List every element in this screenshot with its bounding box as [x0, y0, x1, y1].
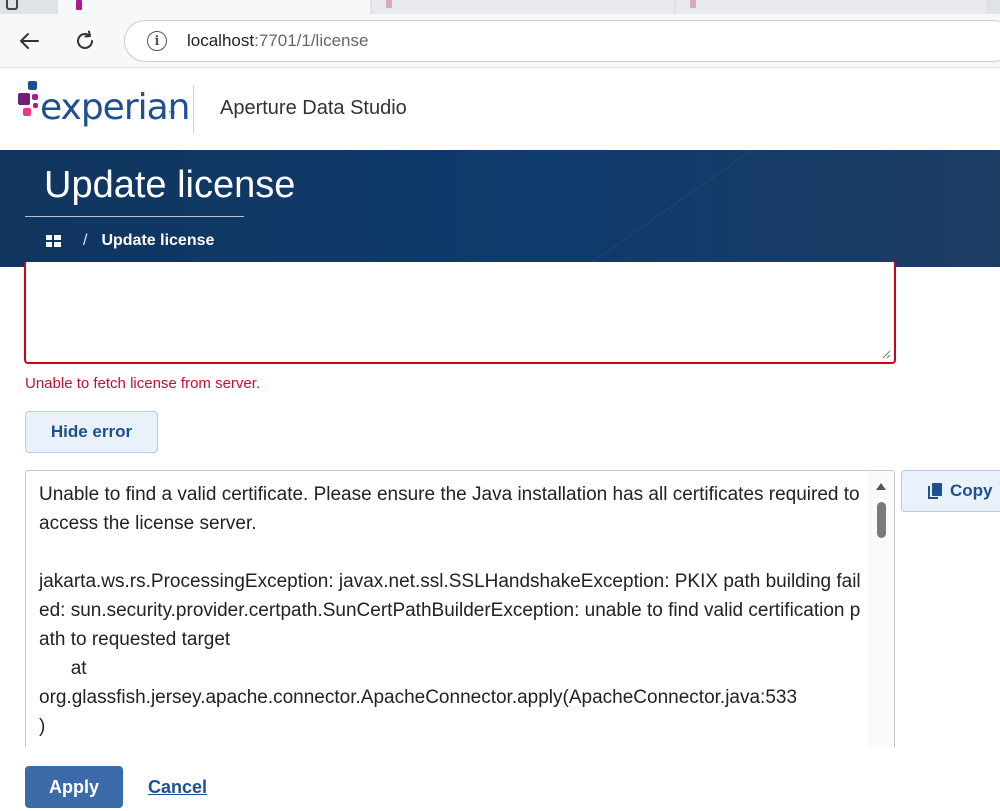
- logo-dot-icon: [23, 108, 31, 116]
- breadcrumb-separator: /: [83, 232, 88, 249]
- dashboard-icon[interactable]: [46, 235, 61, 247]
- logo-dot-icon: [33, 103, 38, 108]
- app-header: experian ™ Aperture Data Studio: [0, 69, 1000, 150]
- scroll-up-arrow-icon[interactable]: [876, 483, 886, 490]
- logo-dot-icon: [32, 94, 38, 100]
- tab-favicon-icon: [690, 0, 696, 8]
- banner-decoration: [438, 150, 1000, 267]
- scroll-thumb[interactable]: [877, 502, 886, 538]
- reload-button[interactable]: [68, 24, 102, 58]
- arrow-left-icon: [20, 33, 39, 49]
- tab-actions-icon[interactable]: [6, 0, 18, 10]
- error-message: Unable to fetch license from server.: [25, 375, 261, 392]
- footer-actions: Apply Cancel: [0, 747, 1000, 811]
- experian-logo[interactable]: experian ™: [18, 81, 190, 141]
- browser-tab[interactable]: [676, 0, 986, 14]
- error-detail-text: Unable to find a valid certificate. Plea…: [39, 484, 861, 759]
- browser-tab[interactable]: [372, 0, 674, 14]
- breadcrumb: / Update license: [46, 230, 214, 252]
- hide-error-button[interactable]: Hide error: [25, 411, 158, 453]
- header-divider: [193, 85, 194, 133]
- title-underline: [25, 216, 244, 217]
- logo-trademark: ™: [168, 111, 175, 118]
- tab-favicon-icon: [76, 0, 82, 10]
- license-key-textarea[interactable]: [24, 262, 896, 364]
- browser-tab-strip: [0, 0, 1000, 14]
- app-name: Aperture Data Studio: [220, 97, 407, 119]
- address-bar[interactable]: i localhost:7701/1/license: [124, 20, 1000, 62]
- logo-dot-icon: [28, 81, 37, 90]
- url-text[interactable]: localhost:7701/1/license: [187, 31, 368, 51]
- copy-button-label: Copy: [950, 481, 993, 500]
- resize-handle-icon[interactable]: [882, 350, 891, 359]
- page-title: Update license: [44, 164, 296, 206]
- error-detail-box[interactable]: Unable to find a valid certificate. Plea…: [25, 470, 895, 760]
- cancel-link[interactable]: Cancel: [148, 777, 207, 798]
- back-button[interactable]: [12, 24, 46, 58]
- browser-toolbar: i localhost:7701/1/license: [0, 14, 1000, 68]
- apply-button[interactable]: Apply: [25, 766, 123, 808]
- browser-tab-active[interactable]: [58, 0, 370, 14]
- tab-favicon-icon: [386, 0, 392, 8]
- page-banner: Update license / Update license: [0, 150, 1000, 267]
- copy-button[interactable]: Copy: [901, 470, 1000, 512]
- reload-icon: [77, 30, 93, 49]
- logo-wordmark: experian: [40, 87, 190, 128]
- info-icon[interactable]: i: [147, 31, 167, 51]
- url-path: :7701/1/license: [254, 31, 369, 50]
- url-host: localhost: [187, 31, 255, 50]
- breadcrumb-current: Update license: [101, 232, 215, 249]
- copy-icon: [928, 483, 942, 499]
- logo-dot-icon: [18, 93, 30, 105]
- error-scrollbar[interactable]: [868, 471, 894, 759]
